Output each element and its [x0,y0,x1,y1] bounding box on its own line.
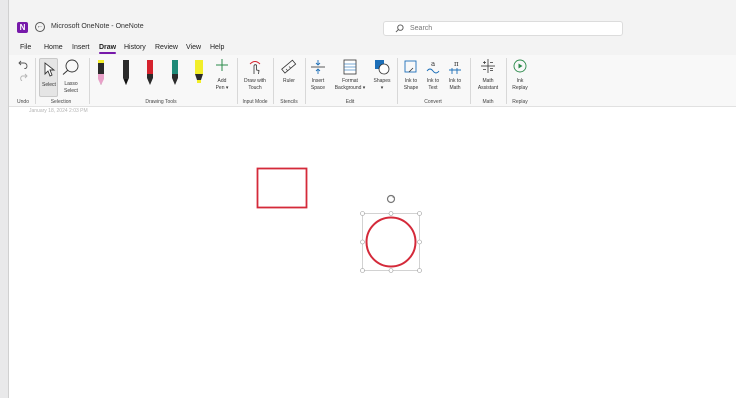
ink-replay-label-2: Replay [512,85,528,91]
back-icon[interactable]: ← [35,22,45,32]
lasso-label-2: Select [64,88,78,94]
add-pen-button[interactable]: Add Pen ▾ [211,58,233,97]
pen-pink-icon[interactable] [95,58,107,88]
group-label-math: Math [482,99,494,105]
format-background-icon [343,59,357,75]
redo-icon[interactable] [18,73,28,81]
search-input[interactable]: Search [383,21,623,36]
resize-handle[interactable] [417,268,422,273]
ink-to-text-icon: a [426,60,440,74]
pen-red-icon[interactable] [144,58,156,88]
search-placeholder: Search [410,25,433,32]
ink-replay-label-1: Ink [516,78,524,84]
resize-handle[interactable] [360,211,365,216]
ribbon-separator [35,58,36,104]
group-label-edit: Edit [345,99,355,105]
math-assistant-icon [481,59,495,73]
draw-touch-label-2: Touch [248,85,262,91]
window-title: Microsoft OneNote - OneNote [51,23,144,30]
rotate-handle-icon[interactable] [386,194,396,204]
svg-text:π: π [454,60,459,68]
tab-home[interactable]: Home [44,44,63,51]
resize-handle[interactable] [388,211,394,216]
group-label-convert: Convert [424,99,442,105]
resize-handle[interactable] [388,268,394,273]
ink-to-math-icon: π [449,60,461,74]
touch-draw-icon [249,61,261,75]
lasso-label-1: Lasso [64,81,78,87]
cursor-arrow-icon [44,62,56,77]
title-bar: N ← Microsoft OneNote - OneNote Search [9,0,736,40]
group-label-drawing-tools: Drawing Tools [145,99,177,105]
ink-rectangle[interactable] [256,167,308,209]
note-canvas[interactable]: January 18, 2024 2:03 PM [9,108,736,398]
lasso-select-button[interactable]: Lasso Select [60,58,82,97]
tab-history[interactable]: History [124,44,146,51]
resize-handle[interactable] [360,268,365,273]
insert-space-button[interactable]: Insert Space [307,58,329,97]
group-label-stencils: Stencils [280,99,298,105]
plus-icon [216,59,228,71]
shapes-icon [375,60,390,75]
svg-text:a: a [431,60,435,68]
tab-draw[interactable]: Draw [99,44,117,54]
tab-help[interactable]: Help [210,44,224,51]
shapes-button[interactable]: Shapes ▾ [371,58,393,97]
resize-handle[interactable] [417,211,422,216]
ink-replay-button[interactable]: Ink Replay [509,58,531,97]
ink-to-math-button[interactable]: π Ink to Math [444,58,466,97]
pen-teal-icon[interactable] [169,58,181,88]
draw-with-touch-button[interactable]: Draw with Touch [240,58,270,97]
ink-replay-icon [513,59,527,73]
menu-bar: File Home Insert Draw History Review Vie… [9,40,736,55]
undo-icon[interactable] [18,59,28,69]
pen-black-icon[interactable] [120,58,132,88]
search-icon [395,24,404,33]
group-label-selection: Selection [50,99,72,105]
ink-to-shape-icon [404,60,417,73]
onenote-window: N ← Microsoft OneNote - OneNote Search F… [8,0,736,398]
onenote-logo-icon: N [17,22,28,33]
ink-layer [256,167,422,273]
tab-insert[interactable]: Insert [72,44,90,51]
tab-view[interactable]: View [186,44,201,51]
resize-handle[interactable] [360,239,365,245]
tab-review[interactable]: Review [155,44,178,51]
ink-circle[interactable] [365,216,417,268]
selected-ink-circle[interactable] [360,194,422,273]
insert-space-icon [311,60,325,74]
selection-box [362,213,420,271]
tab-file[interactable]: File [20,44,31,51]
ruler-icon [281,59,297,74]
group-label-replay: Replay [512,99,528,105]
math-assistant-button[interactable]: Math Assistant [474,58,502,97]
resize-handle[interactable] [417,239,422,245]
ribbon-draw: Undo Select Lasso Select Selection Add P… [9,55,736,107]
lasso-icon [62,59,79,75]
group-label-input-mode: Input Mode [242,99,268,105]
ribbon-separator [89,58,90,104]
group-label-undo: Undo [17,99,29,105]
